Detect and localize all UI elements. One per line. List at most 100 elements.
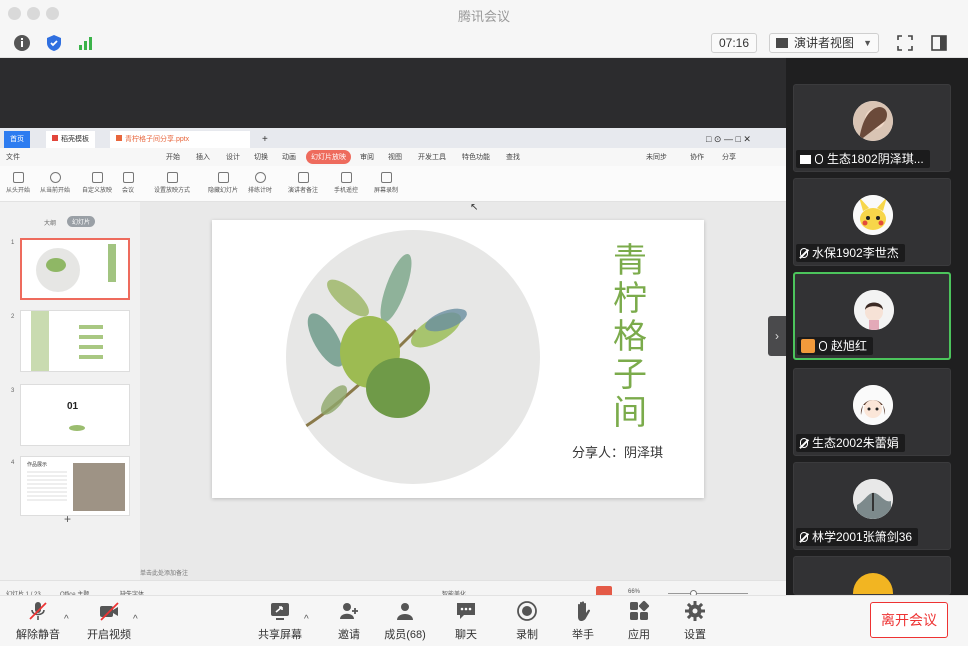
raise-hand-label: 举手: [572, 629, 594, 641]
unmute-button[interactable]: 解除静音: [10, 600, 66, 642]
microphone-muted-icon: [29, 602, 47, 620]
raise-hand-button[interactable]: 举手: [555, 600, 611, 642]
participant-tile[interactable]: 水保1902李世杰: [793, 178, 951, 266]
leave-meeting-button[interactable]: 离开会议: [870, 602, 948, 638]
unsynced-label[interactable]: 未同步: [646, 152, 667, 162]
screen-share-icon: [800, 155, 811, 164]
outline-tab[interactable]: 大纲: [44, 218, 56, 227]
menu-review[interactable]: 审阅: [360, 152, 374, 162]
lemon-illustration: [305, 253, 467, 428]
video-options-chevron-icon[interactable]: ^: [133, 614, 138, 625]
ribbon-custom-show[interactable]: 自定义放映: [82, 172, 112, 194]
settings-label: 设置: [684, 629, 706, 641]
ribbon-speaker-notes[interactable]: 演讲者备注: [288, 172, 318, 194]
ribbon-hide-slide[interactable]: 隐藏幻灯片: [208, 172, 238, 194]
ribbon-rehearse[interactable]: 排练计时: [248, 172, 272, 194]
slideshow-ribbon: 从头开始 从当前开始 自定义放映 会议 设置放映方式 隐藏幻灯片 排练计时 演讲…: [0, 166, 786, 202]
apps-button[interactable]: 应用: [611, 600, 667, 642]
fullscreen-icon[interactable]: [896, 34, 914, 52]
info-icon[interactable]: [13, 34, 31, 52]
speaker-view-icon: [776, 38, 788, 48]
apps-grid-icon: [630, 600, 650, 620]
gear-icon: [685, 601, 705, 621]
thumb4-title: 作品展示: [27, 462, 48, 468]
ribbon-phone-remote[interactable]: 手机遥控: [334, 172, 358, 194]
wps-window-controls[interactable]: □ ⊙ — □ ✕: [700, 131, 757, 148]
participant-tile[interactable]: 生态2002朱蕾娟: [793, 368, 951, 456]
menu-transition[interactable]: 切换: [254, 152, 268, 162]
thumb-number: 2: [11, 314, 15, 320]
meeting-toolbar: 07:16 演讲者视图 ▼: [0, 28, 968, 58]
tab-home[interactable]: 首页: [4, 131, 30, 148]
ribbon-from-start[interactable]: 从头开始: [6, 172, 30, 194]
menu-view[interactable]: 视图: [388, 152, 402, 162]
audio-options-chevron-icon[interactable]: ^: [64, 614, 69, 625]
ribbon-show-settings[interactable]: 设置放映方式: [154, 172, 190, 194]
thumb4-text-block: [27, 471, 67, 501]
avatar: [853, 195, 893, 235]
start-video-button[interactable]: 开启视频: [81, 600, 137, 642]
slide-title: 青柠格子间: [613, 241, 647, 433]
microphone-icon: [815, 154, 823, 164]
play-from-start-icon: [12, 172, 24, 183]
menu-insert[interactable]: 插入: [196, 152, 210, 162]
network-signal-icon[interactable]: [77, 34, 95, 52]
thumb3-leaf: [69, 425, 85, 431]
zoom-slider[interactable]: [668, 593, 748, 594]
shared-screen: 首页 稻壳模板 青柠格子间分享.pptx + □ ⊙ — □ ✕ 文件 开始 插…: [0, 128, 786, 605]
add-slide-plus-icon[interactable]: +: [64, 512, 71, 526]
chat-button[interactable]: 聊天: [438, 600, 494, 642]
participant-name: 水保1902李世杰: [812, 246, 899, 260]
settings-button[interactable]: 设置: [667, 600, 723, 642]
participant-tile-active[interactable]: 赵旭红: [793, 272, 951, 360]
menu-file[interactable]: 文件: [6, 152, 20, 162]
invite-button[interactable]: 邀请: [321, 600, 377, 642]
microphone-muted-icon: [800, 438, 808, 448]
menu-search[interactable]: 查找: [506, 152, 520, 162]
ribbon-label: 隐藏幻灯片: [208, 188, 239, 194]
record-button[interactable]: 录制: [499, 600, 555, 642]
play-current-icon: [49, 172, 61, 183]
participant-tile[interactable]: 林学2001张箫剑36: [793, 462, 951, 550]
menu-start[interactable]: 开始: [166, 152, 180, 162]
share-label[interactable]: 分享: [722, 152, 736, 162]
menu-dev-tools[interactable]: 开发工具: [418, 152, 446, 162]
new-tab-plus-icon[interactable]: +: [256, 131, 274, 148]
slide-thumbnail-4[interactable]: 作品展示: [20, 456, 130, 516]
sidebar-toggle-icon[interactable]: [930, 34, 948, 52]
participant-tile-partial[interactable]: [793, 556, 951, 595]
slide-thumbnail-1[interactable]: [20, 238, 130, 300]
slide-thumbnail-2[interactable]: [20, 310, 130, 372]
tab-ppt-file[interactable]: 青柠格子间分享.pptx: [110, 131, 250, 148]
meeting-icon: [122, 172, 134, 183]
invite-user-icon: [340, 603, 358, 619]
ribbon-label: 从当前开始: [40, 188, 71, 194]
ribbon-meeting[interactable]: 会议: [122, 172, 134, 194]
menu-animation[interactable]: 动画: [282, 152, 296, 162]
share-screen-button[interactable]: 共享屏幕: [252, 600, 308, 642]
screen-record-icon: [380, 172, 392, 183]
menu-design[interactable]: 设计: [226, 152, 240, 162]
current-slide[interactable]: 青柠 青柠格子间 分享人：阴泽琪: [212, 220, 704, 498]
tab-docer-template[interactable]: 稻壳模板: [46, 131, 95, 148]
collapse-panel-handle[interactable]: ›: [768, 316, 786, 356]
notes-placeholder[interactable]: 单击此处添加备注: [140, 568, 188, 577]
participant-name: 生态1802阴泽琪...: [827, 152, 924, 166]
menu-slideshow[interactable]: 幻灯片放映: [306, 150, 351, 164]
view-mode-select[interactable]: 演讲者视图 ▼: [769, 33, 879, 53]
ribbon-from-current[interactable]: 从当前开始: [40, 172, 70, 194]
collab-label[interactable]: 协作: [690, 152, 704, 162]
menu-features[interactable]: 特色功能: [462, 152, 490, 162]
share-options-chevron-icon[interactable]: ^: [304, 614, 309, 625]
security-shield-icon[interactable]: [45, 34, 63, 52]
ribbon-label: 排练计时: [248, 188, 273, 194]
members-button[interactable]: 成员(68): [377, 600, 433, 642]
slide-thumbnail-3[interactable]: 01: [20, 384, 130, 446]
thumb-line: [79, 325, 103, 329]
thumb-lemon: [46, 258, 66, 272]
ribbon-screen-record[interactable]: 屏幕录制: [374, 172, 398, 194]
record-icon: [517, 601, 537, 621]
participant-tile[interactable]: 生态1802阴泽琪...: [793, 84, 951, 172]
camera-off-icon: [100, 602, 119, 621]
slides-tab[interactable]: 幻灯片: [67, 216, 96, 227]
